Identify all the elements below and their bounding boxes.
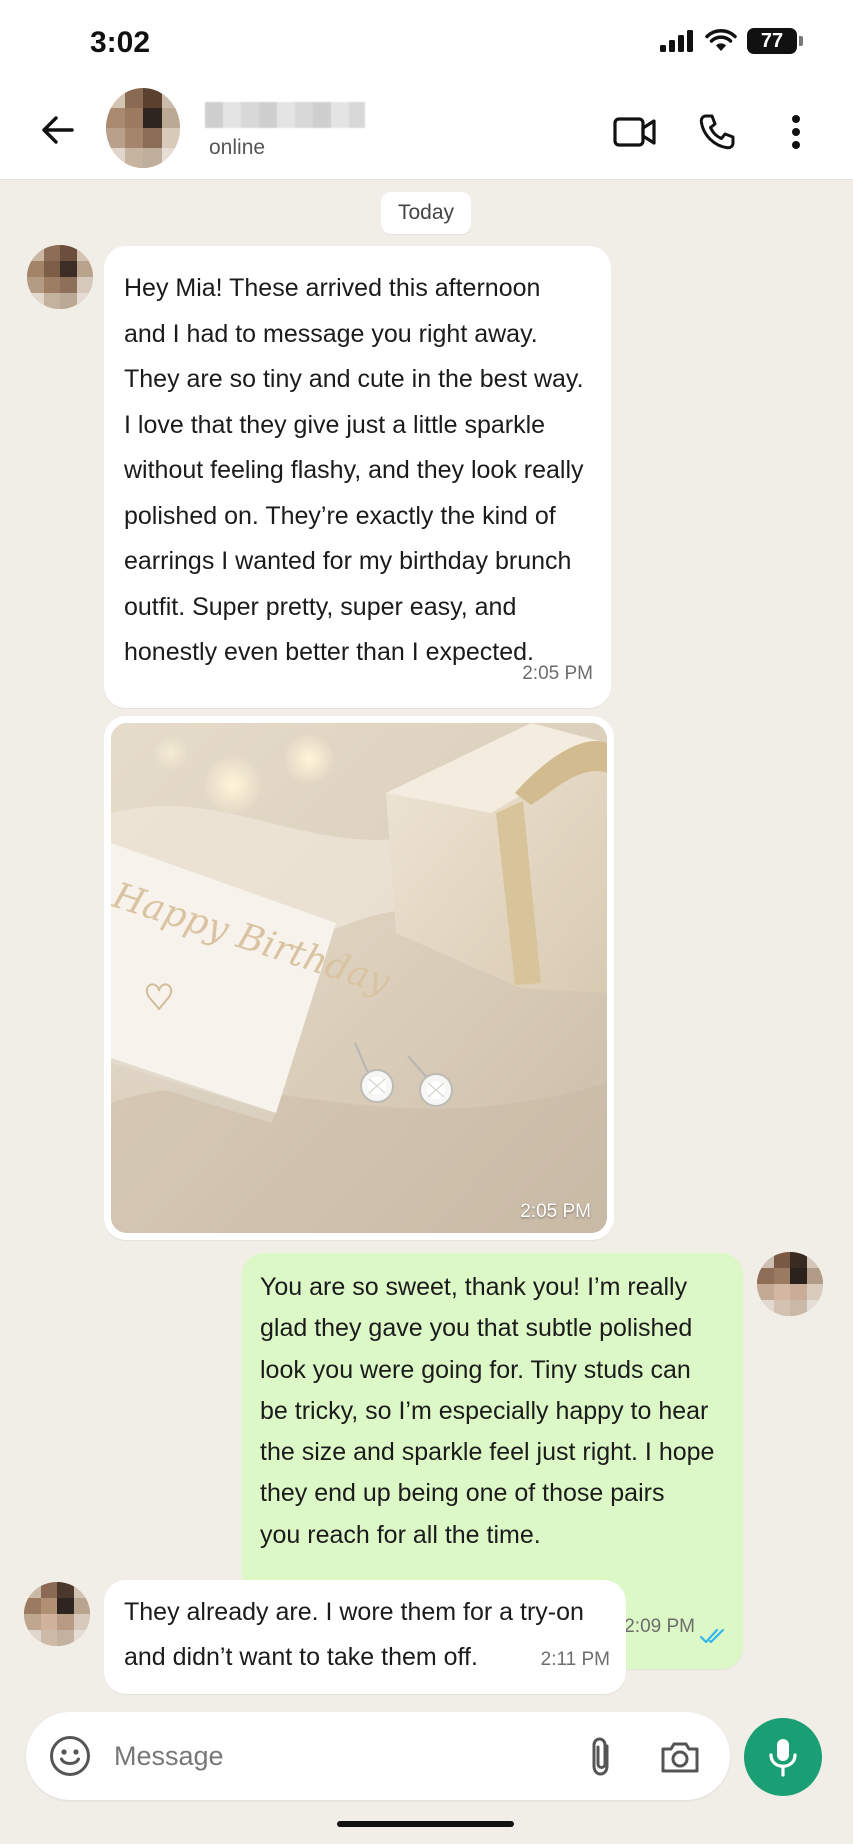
emoji-icon[interactable] [48, 1734, 92, 1778]
contact-avatar[interactable] [106, 88, 180, 168]
home-indicator[interactable] [337, 1821, 514, 1827]
phone-icon [699, 114, 735, 150]
status-time: 3:02 [90, 26, 151, 59]
message-text: Hey Mia! These arrived this afternoon an… [124, 274, 584, 666]
back-button[interactable] [36, 108, 80, 152]
own-avatar-small[interactable] [757, 1252, 823, 1316]
message-time: 2:09 PM [624, 1615, 695, 1637]
message-bubble-incoming[interactable]: Hey Mia! These arrived this afternoon an… [104, 246, 611, 708]
voice-message-button[interactable] [744, 1718, 822, 1796]
back-arrow-icon [42, 116, 74, 144]
status-bar: 3:02 77 [0, 0, 853, 84]
signal-icon [660, 30, 693, 52]
battery-indicator: 77 [747, 28, 803, 54]
contact-avatar-small[interactable] [24, 1582, 90, 1646]
message-text: You are so sweet, thank you! I’m really … [260, 1273, 715, 1549]
double-check-icon [699, 1628, 725, 1644]
message-composer [26, 1712, 730, 1800]
wifi-icon [705, 29, 737, 51]
message-time: 2:11 PM [540, 1649, 610, 1670]
date-chip: Today [381, 192, 471, 234]
contact-name-redacted[interactable] [205, 102, 365, 128]
photo-message-bubble[interactable]: Happy Birthday 2:05 PM [104, 716, 614, 1240]
video-call-icon [613, 117, 656, 147]
camera-icon [661, 1742, 699, 1773]
message-time: 2:05 PM [522, 662, 593, 684]
contact-status: online [209, 136, 266, 159]
more-vertical-icon [792, 115, 800, 149]
voice-call-button[interactable] [693, 108, 741, 156]
more-options-button[interactable] [772, 108, 820, 156]
contact-avatar-small[interactable] [27, 245, 93, 309]
message-input[interactable] [114, 1732, 494, 1780]
photo-earrings[interactable]: Happy Birthday 2:05 PM [111, 723, 607, 1233]
video-call-button[interactable] [611, 108, 659, 156]
photo-image: Happy Birthday [111, 723, 607, 1233]
attachment-icon [592, 1737, 609, 1776]
microphone-icon [769, 1739, 797, 1777]
chat-header: online [0, 84, 853, 180]
camera-button[interactable] [657, 1734, 703, 1780]
message-text: They already are. I wore them for a try-… [124, 1598, 584, 1671]
status-icons: 77 [659, 28, 803, 54]
message-bubble-incoming[interactable]: They already are. I wore them for a try-… [104, 1580, 626, 1694]
message-time: 2:05 PM [520, 1201, 591, 1222]
attach-button[interactable] [578, 1734, 624, 1780]
